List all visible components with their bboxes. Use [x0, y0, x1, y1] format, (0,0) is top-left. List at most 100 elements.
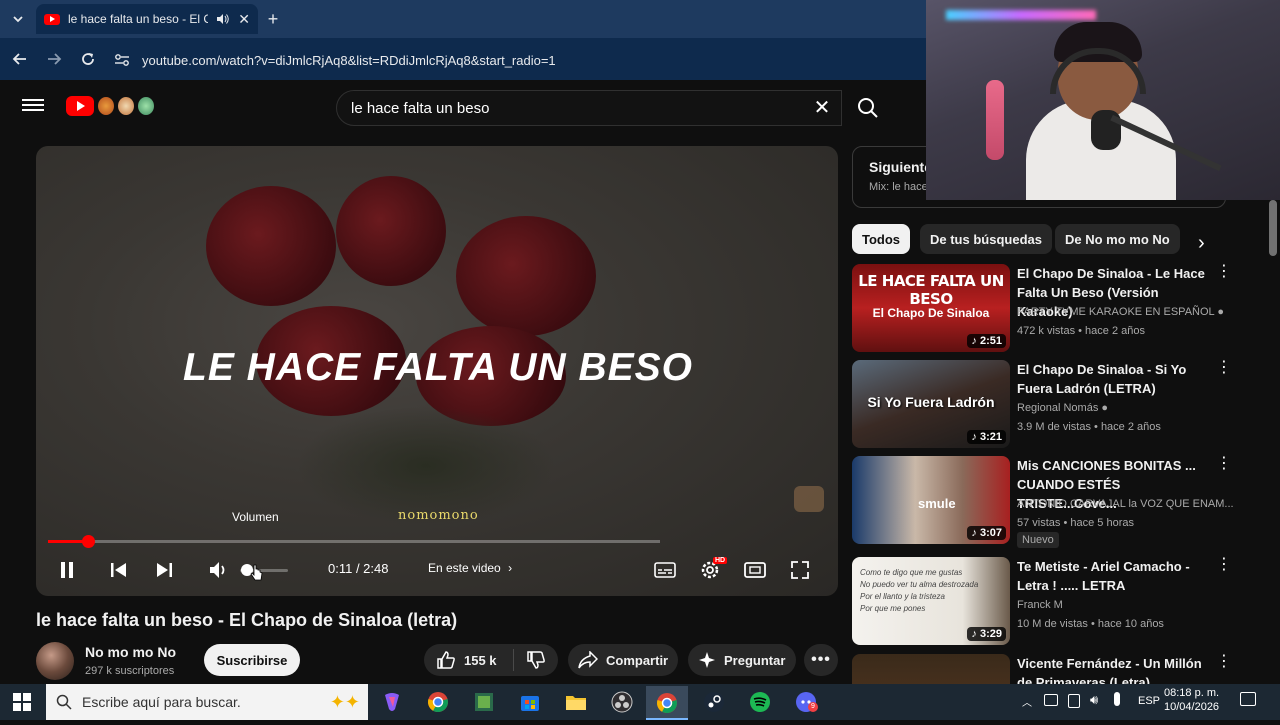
rose-image [456, 216, 596, 336]
video-thumbnail[interactable] [852, 654, 1010, 684]
scrollbar-thumb[interactable] [1269, 200, 1277, 256]
discord-app-icon[interactable]: 9 [794, 690, 818, 714]
like-button[interactable]: 155 k [424, 649, 514, 671]
browser-tab[interactable]: le hace falta un beso - El Ch ✕ [36, 4, 258, 34]
music-note-icon: ♪ [971, 527, 980, 539]
app-icon[interactable] [472, 690, 496, 714]
rec-channel[interactable]: Franck M [1017, 599, 1063, 611]
menu-hamburger-icon[interactable] [22, 96, 44, 118]
duration-text: 3:29 [979, 628, 1002, 640]
share-button[interactable]: Compartir [568, 644, 678, 676]
search-button[interactable] [850, 92, 886, 124]
site-settings-icon[interactable] [114, 53, 130, 67]
copilot-app-icon[interactable] [380, 690, 404, 714]
video-thumbnail[interactable]: Como te digo que me gustas No puedo ver … [852, 557, 1010, 645]
duration-badge: ♪ 3:21 [967, 430, 1006, 444]
obs-app-icon[interactable] [610, 690, 634, 714]
rec-title[interactable]: Te Metiste - Ariel Camacho - Letra ! ...… [1017, 557, 1217, 595]
device-icon[interactable] [1044, 694, 1058, 706]
notifications-icon[interactable] [1240, 692, 1256, 706]
video-thumbnail[interactable]: LE HACE FALTA UN BESO El Chapo De Sinalo… [852, 264, 1010, 352]
toy-figure [986, 80, 1004, 160]
channel-watermark-logo[interactable] [794, 486, 824, 512]
rec-channel[interactable]: Regional Nomás ● [1017, 402, 1108, 414]
microphone-icon[interactable] [1114, 692, 1120, 706]
like-dislike-group: 155 k [424, 644, 558, 676]
url-field[interactable]: youtube.com/watch?v=diJmlcRjAq8&list=RDd… [114, 46, 934, 74]
doodle-bird-icon [98, 97, 114, 115]
steam-app-icon[interactable] [702, 690, 726, 714]
notification-badge: 9 [808, 702, 818, 712]
chip-de-channel[interactable]: De No mo mo No [1055, 224, 1180, 254]
pause-button[interactable] [52, 555, 82, 585]
channel-avatar[interactable] [36, 642, 74, 680]
chapters-label: En este video [428, 561, 501, 575]
speaker-icon[interactable]: 🔊︎ [1090, 692, 1098, 708]
chevron-up-icon[interactable]: ︿ [1022, 694, 1032, 709]
page-scrollbar[interactable] [1266, 200, 1280, 684]
youtube-logo[interactable] [66, 96, 154, 116]
more-vertical-icon[interactable]: ⋮ [1216, 456, 1232, 472]
thumbnail-lyric-line: No puedo ver tu alma destrozada [860, 580, 979, 589]
input-language[interactable]: ESP [1138, 695, 1160, 707]
dislike-button[interactable] [514, 650, 558, 670]
windows-logo-icon [13, 693, 31, 711]
chips-next-icon[interactable]: › [1198, 232, 1205, 255]
channel-name[interactable]: No mo mo No [85, 644, 176, 660]
mute-button[interactable] [204, 555, 234, 585]
theater-mode-button[interactable] [740, 555, 770, 585]
reload-icon[interactable] [74, 45, 102, 73]
recommendation-item[interactable]: Vicente Fernández - Un Millón de Primave… [852, 654, 1232, 684]
chip-todos[interactable]: Todos [852, 224, 911, 254]
taskbar-search-input[interactable]: Escribe aquí para buscar. ✦✦ [46, 684, 368, 720]
more-vertical-icon[interactable]: ⋮ [1216, 360, 1232, 376]
more-vertical-icon[interactable]: ⋮ [1216, 654, 1232, 670]
progress-bar[interactable] [48, 540, 660, 543]
recommendation-item[interactable]: LE HACE FALTA UN BESO El Chapo De Sinalo… [852, 264, 1232, 354]
chapters-button[interactable]: En este video › [428, 561, 512, 575]
fullscreen-button[interactable] [785, 555, 815, 585]
chrome-app-icon[interactable] [426, 690, 450, 714]
settings-button[interactable]: HD [695, 555, 728, 585]
rec-channel[interactable]: PARTY TYME KARAOKE EN ESPAÑOL ● [1017, 306, 1224, 318]
spotify-app-icon[interactable] [748, 690, 772, 714]
recommendation-item[interactable]: smule ♪ 3:07 Mis CANCIONES BONITAS ... C… [852, 456, 1234, 548]
audio-playing-icon[interactable] [216, 13, 230, 25]
progress-scrubber[interactable] [81, 535, 95, 548]
rec-channel[interactable]: ANTONIO CARVAJAL la VOZ QUE ENAM... [1017, 498, 1234, 510]
subtitles-button[interactable] [650, 555, 680, 585]
ask-button[interactable]: Preguntar [688, 644, 796, 676]
new-tab-button[interactable]: + [259, 5, 287, 33]
recommendation-item[interactable]: Si Yo Fuera Ladrón ♪ 3:21 El Chapo De Si… [852, 360, 1232, 450]
thumbs-down-icon [527, 651, 545, 669]
subscribe-button[interactable]: Suscribirse [204, 644, 300, 676]
next-button[interactable] [149, 555, 179, 585]
recommendation-item[interactable]: Como te digo que me gustas No puedo ver … [852, 557, 1232, 647]
start-button[interactable] [10, 690, 34, 714]
chip-de-tus-busquedas[interactable]: De tus búsquedas [920, 224, 1052, 254]
back-arrow-icon[interactable] [6, 45, 34, 73]
more-actions-button[interactable]: ••• [804, 644, 838, 676]
rgb-light-strip [946, 10, 1096, 20]
music-note-icon: ♪ [971, 628, 980, 640]
more-vertical-icon[interactable]: ⋮ [1216, 264, 1232, 280]
search-clear-icon[interactable]: ✕ [810, 96, 834, 120]
search-query-text: le hace falta un beso [351, 99, 490, 117]
video-thumbnail[interactable]: Si Yo Fuera Ladrón ♪ 3:21 [852, 360, 1010, 448]
rec-title[interactable]: Vicente Fernández - Un Millón de Primave… [1017, 654, 1217, 684]
more-vertical-icon[interactable]: ⋮ [1216, 557, 1232, 573]
battery-icon[interactable] [1068, 694, 1080, 708]
file-explorer-icon[interactable] [564, 690, 588, 714]
store-app-icon[interactable] [518, 690, 542, 714]
rec-title[interactable]: El Chapo De Sinaloa - Si Yo Fuera Ladrón… [1017, 360, 1217, 398]
thumbnail-lyric-line: Por el llanto y la tristeza [860, 592, 945, 601]
tab-close-icon[interactable]: ✕ [238, 11, 250, 28]
system-clock[interactable]: 08:18 p. m. 10/04/2026 [1164, 686, 1219, 714]
search-input[interactable]: le hace falta un beso [336, 90, 842, 126]
duration-text: 3:21 [979, 431, 1002, 443]
tab-search-chevron-icon[interactable] [4, 5, 32, 33]
previous-button[interactable] [104, 555, 134, 585]
video-thumbnail[interactable]: smule ♪ 3:07 [852, 456, 1010, 544]
active-chrome-taskbar-item[interactable] [646, 686, 688, 720]
forward-arrow-icon[interactable] [40, 45, 68, 73]
